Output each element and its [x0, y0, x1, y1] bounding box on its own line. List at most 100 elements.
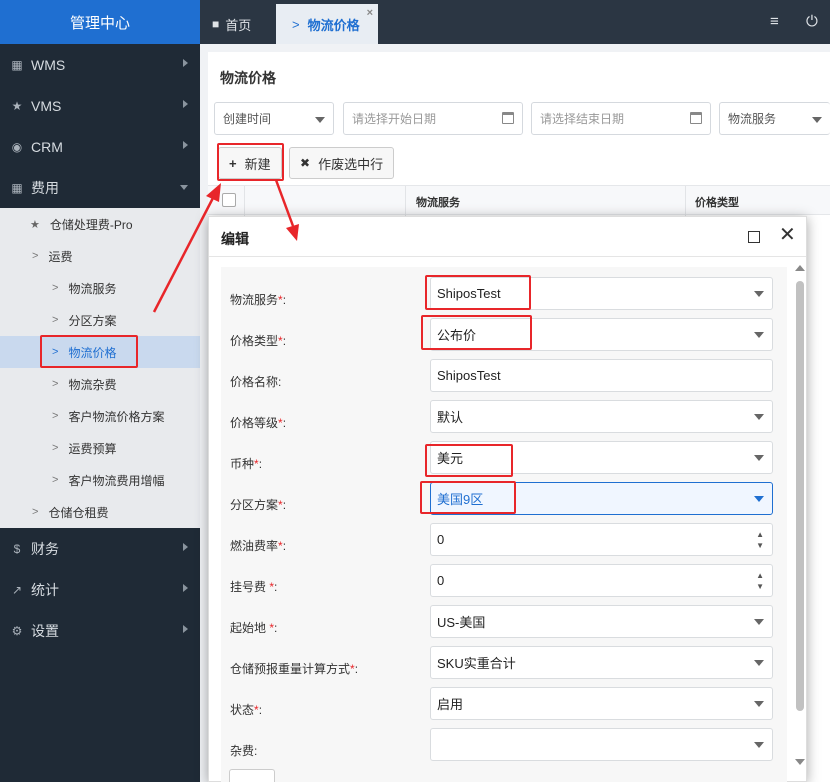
sidebar-item-customer-fee-increase[interactable]: > 客户物流费用增幅 [0, 464, 200, 496]
sidebar-item-settings[interactable]: ⚙ 设置 [0, 610, 200, 651]
sidebar-item-storage-rent[interactable]: > 仓储仓租费 [0, 496, 200, 528]
sidebar-item-label: 客户物流费用增幅 [68, 473, 165, 488]
calendar-icon [690, 112, 702, 124]
bank-icon: ▦ [11, 57, 23, 72]
tab-home[interactable]: ■ 首页 [212, 4, 274, 44]
caret-down-icon [754, 701, 764, 707]
field-label: 币种*: [230, 457, 263, 471]
fee-submenu: ★ 仓储处理费-Pro > 运费 > 物流服务 > 分区方案 > 物流价格 > … [0, 208, 200, 528]
spinner-icon[interactable]: ▲ ▼ [756, 529, 764, 551]
form-row-price-level: 价格等级*: 默认 [221, 400, 787, 441]
form-row-price-name: 价格名称: ShiposTest [221, 359, 787, 400]
sidebar-item-finance[interactable]: $ 财务 [0, 528, 200, 569]
column-header-price-type[interactable]: 价格类型 [695, 194, 739, 210]
sidebar-item-wms[interactable]: ▦ WMS [0, 44, 200, 85]
registration-fee-input[interactable]: 0 ▲ ▼ [430, 564, 773, 597]
sidebar-item-label: 设置 [31, 622, 59, 639]
origin-select[interactable]: US-美国 [430, 605, 773, 638]
divider [244, 186, 245, 216]
caret-down-icon [754, 742, 764, 748]
app-title: 管理中心 [0, 0, 200, 44]
sidebar-item-logistics-misc-fee[interactable]: > 物流杂费 [0, 368, 200, 400]
modal-header: 编辑 ✕ [209, 217, 806, 257]
price-level-select[interactable]: 默认 [430, 400, 773, 433]
field-label: 价格类型*: [230, 334, 287, 348]
column-header-service[interactable]: 物流服务 [416, 194, 460, 210]
sidebar-item-label: 运费 [48, 249, 73, 264]
sidebar-item-customer-price-scheme[interactable]: > 客户物流价格方案 [0, 400, 200, 432]
sidebar-item-label: 客户物流价格方案 [68, 409, 165, 424]
field-label: 分区方案*: [230, 498, 287, 512]
caret-down-icon [754, 660, 764, 666]
sidebar-item-fee[interactable]: ▦ 费用 [0, 167, 200, 208]
misc-fee-select[interactable] [430, 728, 773, 761]
annotation-box [425, 275, 531, 310]
gear-icon: ⚙ [11, 623, 23, 638]
status-select[interactable]: 启用 [430, 687, 773, 720]
sidebar-item-crm[interactable]: ◉ CRM [0, 126, 200, 167]
sidebar-item-label: 物流杂费 [68, 377, 117, 392]
sidebar-item-warehouse-pro[interactable]: ★ 仓储处理费-Pro [0, 208, 200, 240]
field-label: 价格等级*: [230, 416, 287, 430]
close-icon[interactable]: ✕ [779, 225, 796, 245]
chevron-right-icon [183, 100, 188, 108]
scroll-up-icon[interactable] [795, 265, 805, 271]
select-value: 创建时间 [223, 112, 272, 126]
sidebar-item-vms[interactable]: ★ VMS [0, 85, 200, 126]
modal-scrollbar[interactable] [795, 261, 805, 777]
form-row-fuel-rate: 燃油费率*: 0 ▲ ▼ [221, 523, 787, 564]
price-name-input[interactable]: ShiposTest [430, 359, 773, 392]
modal-title: 编辑 [221, 231, 249, 247]
chevron-right-icon [183, 141, 188, 149]
chevron-right-icon: > [52, 282, 59, 294]
sidebar: 管理中心 ▦ WMS ★ VMS ◉ CRM ▦ 费用 ★ 仓储处理费-Pro … [0, 0, 200, 782]
close-icon[interactable]: × [367, 7, 373, 19]
select-all-checkbox[interactable] [222, 193, 236, 207]
sidebar-item-zone-scheme[interactable]: > 分区方案 [0, 304, 200, 336]
spinner-icon[interactable]: ▲ ▼ [756, 570, 764, 592]
chevron-right-icon: > [32, 250, 39, 262]
calendar-icon [502, 112, 514, 124]
tab-logistics-price[interactable]: > 物流价格 × [276, 4, 378, 44]
void-selected-button[interactable]: ✖ 作废选中行 [289, 147, 395, 179]
maximize-icon[interactable] [748, 231, 760, 243]
field-label: 杂费: [230, 744, 258, 758]
star-icon: ★ [30, 218, 40, 231]
scroll-down-icon[interactable] [795, 759, 805, 765]
annotation-box [420, 481, 516, 514]
select-value: US-美国 [437, 615, 486, 630]
caret-down-icon [812, 117, 822, 123]
start-date-input[interactable]: 请选择开始日期 [343, 102, 523, 135]
end-date-input[interactable]: 请选择结束日期 [531, 102, 711, 135]
sidebar-item-label: 财务 [31, 540, 59, 557]
field-label: 物流服务*: [230, 293, 287, 307]
sidebar-item-stats[interactable]: ↗ 统计 [0, 569, 200, 610]
sidebar-item-freight-budget[interactable]: > 运费预算 [0, 432, 200, 464]
sidebar-item-label: 统计 [31, 581, 59, 598]
form-row-weight-method: 仓储预报重量计算方式*: SKU实重合计 [221, 646, 787, 687]
scroll-thumb[interactable] [796, 281, 804, 711]
select-value: 物流服务 [728, 112, 777, 126]
input-placeholder: 请选择结束日期 [540, 112, 625, 126]
sidebar-item-label: 费用 [31, 179, 59, 196]
select-value: 启用 [437, 697, 464, 712]
annotation-box [425, 444, 513, 477]
chevron-right-icon: > [52, 314, 59, 326]
weight-method-select[interactable]: SKU实重合计 [430, 646, 773, 679]
annotation-box [421, 315, 532, 350]
sidebar-item-logistics-service[interactable]: > 物流服务 [0, 272, 200, 304]
input-value: 0 [437, 532, 445, 547]
field-label: 挂号费 *: [230, 580, 278, 594]
field-label: 起始地 *: [230, 621, 278, 635]
fuel-rate-input[interactable]: 0 ▲ ▼ [430, 523, 773, 556]
chevron-right-icon: > [292, 16, 300, 32]
divider [685, 186, 686, 216]
sidebar-item-freight[interactable]: > 运费 [0, 240, 200, 272]
partial-button[interactable] [229, 769, 275, 782]
chevron-right-icon [183, 584, 188, 592]
chevron-right-icon [183, 543, 188, 551]
service-filter-select[interactable]: 物流服务 [719, 102, 830, 135]
menu-icon[interactable]: ≡ [770, 13, 779, 30]
time-field-select[interactable]: 创建时间 [214, 102, 334, 135]
power-icon[interactable]: ⏻ [806, 13, 818, 30]
